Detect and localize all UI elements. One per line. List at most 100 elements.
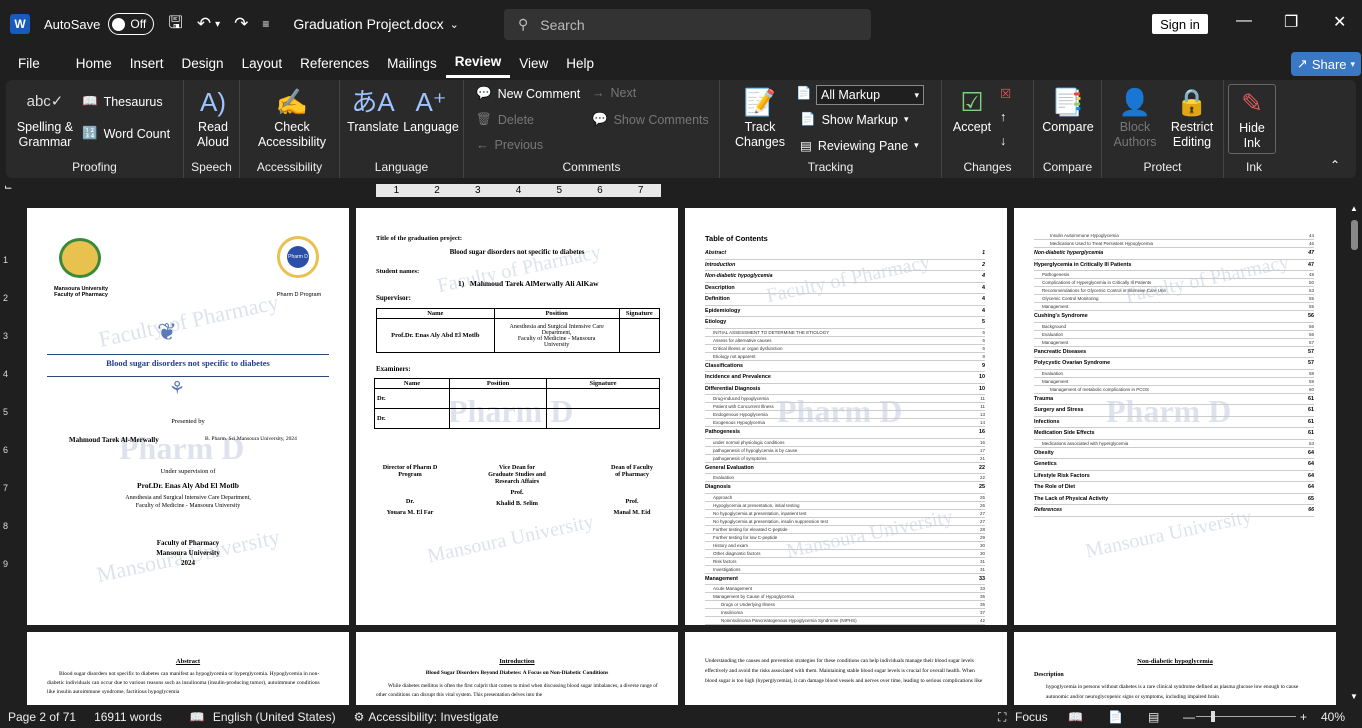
tab-file[interactable]: File (9, 48, 49, 78)
toc-entry[interactable]: Medication Side Effects 61 (1034, 428, 1314, 440)
toc-entry[interactable]: No hypoglycemia at presentation, inpatie… (705, 510, 985, 518)
new-comment-button[interactable]: 💬 New Comment (476, 86, 580, 101)
toc-entry[interactable]: Obesity 64 (1034, 448, 1314, 459)
tab-home[interactable]: Home (67, 48, 121, 78)
table-cell[interactable] (545, 408, 661, 429)
sign-in-button[interactable]: Sign in (1152, 14, 1208, 34)
toc-entry[interactable]: pathogenesis of hypoglycemia is by cause… (705, 447, 985, 455)
toc-entry[interactable]: Infections 61 (1034, 417, 1314, 428)
vertical-ruler[interactable]: 1 2 3 4 5 6 7 8 9 (0, 205, 14, 703)
tab-insert[interactable]: Insert (121, 48, 173, 78)
toc-entry[interactable]: References 66 (1034, 505, 1314, 517)
toc-entry[interactable]: Risk factors 31 (705, 558, 985, 566)
tab-review[interactable]: Review (445, 48, 511, 78)
accept-button[interactable]: ☑ Accept (948, 84, 996, 135)
toc-entry[interactable]: Trauma 61 (1034, 394, 1314, 405)
language-button[interactable]: A⁺ Language (402, 84, 460, 135)
toc-entry[interactable]: Management of metabolic complications in… (1034, 386, 1314, 394)
toc-entry[interactable]: Recommendations for Glycemic Control in … (1034, 287, 1314, 295)
thesaurus-button[interactable]: 📖 Thesaurus (82, 94, 163, 109)
hide-ink-button[interactable]: ✎ Hide Ink (1228, 84, 1276, 154)
toc-entry[interactable]: under normal physiologic conditions 16 (705, 439, 985, 447)
tab-mailings[interactable]: Mailings (378, 48, 446, 78)
customize-toolbar-icon[interactable]: ≡ (262, 17, 269, 31)
toc-entry[interactable]: Classifications 9 (705, 361, 985, 372)
show-comments-button[interactable]: 💬 Show Comments (592, 112, 709, 127)
web-layout-icon[interactable]: ▤ (1148, 710, 1159, 724)
toc-entry[interactable]: Non-diabetic hyperglycemia 47 (1034, 248, 1314, 260)
toc-entry[interactable]: Cushing's Syndrome 56 (1034, 311, 1314, 323)
toc-entry[interactable]: Polycystic Ovarian Syndrome 57 (1034, 358, 1314, 370)
page-cover[interactable]: Faculty of Pharmacy Pharm D Mansoura Uni… (27, 208, 349, 625)
toc-entry[interactable]: Approach 25 (705, 494, 985, 502)
zoom-out-icon[interactable]: — (1183, 710, 1195, 724)
toc-entry[interactable]: Noninsulinoma Pancreatogenous Hypoglycem… (705, 617, 985, 625)
toc-entry[interactable]: Management by Cause of Hypoglycemia 35 (705, 593, 985, 601)
block-authors-button[interactable]: 👤 Block Authors (1108, 84, 1162, 150)
autosave-toggle[interactable]: Off (108, 13, 155, 35)
reviewing-pane-button[interactable]: ▤ Reviewing Pane ▾ (800, 138, 919, 154)
toc-entry[interactable]: Assess for alternative causes 6 (705, 337, 985, 345)
maximize-icon[interactable]: ❐ (1284, 12, 1298, 32)
toc-entry[interactable]: Lifestyle Risk Factors 64 (1034, 471, 1314, 482)
scroll-down-icon[interactable]: ▼ (1350, 692, 1358, 701)
collapse-ribbon-icon[interactable]: ⌃ (1330, 158, 1340, 172)
read-mode-icon[interactable]: 📖 (1068, 710, 1083, 724)
save-icon[interactable]: 🖫 (168, 10, 182, 39)
toc-entry[interactable]: Evaluation 58 (1034, 370, 1314, 378)
toc-entry[interactable]: Medications Used to Treat Persistent Hyp… (1034, 240, 1314, 248)
redo-icon[interactable]: ↷ (234, 14, 248, 34)
reject-icon[interactable]: ☒ (1000, 86, 1011, 101)
toc-entry[interactable]: Further testing for low C-peptide 29 (705, 534, 985, 542)
toc-entry[interactable]: Drug-induced hypoglycemia 11 (705, 395, 985, 403)
proofing-icon[interactable]: 📖 (190, 710, 205, 724)
tab-layout[interactable]: Layout (233, 48, 292, 78)
spelling-grammar-button[interactable]: abc✓ Spelling & Grammar (14, 84, 76, 150)
focus-button[interactable]: Focus (1015, 710, 1048, 724)
toc-entry[interactable]: Incidence and Prevalence 10 (705, 372, 985, 384)
page-count[interactable]: Page 2 of 71 (8, 710, 76, 724)
toc-entry[interactable]: General Evaluation 22 (705, 463, 985, 474)
page-toc-continued[interactable]: Faculty of Pharmacy Pharm D Mansoura Uni… (1014, 208, 1336, 625)
page-toc[interactable]: Faculty of Pharmacy Pharm D Mansoura Uni… (685, 208, 1007, 625)
accessibility-icon[interactable]: ⚙ (354, 710, 365, 724)
next-comment-button[interactable]: → Next (592, 86, 636, 100)
next-change-icon[interactable]: ↓ (1000, 134, 1006, 148)
toc-entry[interactable]: No hypoglycemia at presentation, insulin… (705, 518, 985, 526)
scroll-thumb[interactable] (1351, 220, 1358, 250)
tab-view[interactable]: View (510, 48, 557, 78)
tab-selector-icon[interactable]: ⌙ (4, 182, 12, 193)
toc-entry[interactable]: Etiology not apparent 8 (705, 353, 985, 361)
restrict-editing-button[interactable]: 🔒 Restrict Editing (1164, 84, 1220, 150)
toc-entry[interactable]: Surgery and Stress 61 (1034, 405, 1314, 417)
print-layout-icon[interactable]: 📄 (1108, 710, 1123, 724)
compare-button[interactable]: 📑 Compare (1040, 84, 1096, 135)
page-approval[interactable]: Faculty of Pharmacy Pharm D Mansoura Uni… (356, 208, 678, 625)
previous-comment-button[interactable]: ← Previous (476, 138, 543, 152)
toc-entry[interactable]: Insulin Autoimmune Hypoglycemia 44 (1034, 232, 1314, 240)
tab-references[interactable]: References (291, 48, 378, 78)
toc-entry[interactable]: Drugs or Underlying Illness 35 (705, 601, 985, 609)
translate-button[interactable]: あA Translate (346, 84, 400, 135)
toc-entry[interactable]: Critical illness or organ dysfunction 6 (705, 345, 985, 353)
toc-entry[interactable]: Pathogenesis 16 (705, 427, 985, 439)
track-changes-button[interactable]: 📝 Track Changes (728, 84, 792, 150)
toc-entry[interactable]: Definition 4 (705, 294, 985, 306)
toc-entry[interactable]: Management 33 (705, 574, 985, 585)
toc-entry[interactable]: Further testing for elevated C-peptide 28 (705, 526, 985, 534)
toc-entry[interactable]: Etiology 5 (705, 317, 985, 329)
table-cell[interactable] (449, 388, 547, 409)
document-canvas[interactable]: Faculty of Pharmacy Pharm D Mansoura Uni… (14, 202, 1347, 705)
toc-entry[interactable]: Patient with Concurrent Illness 11 (705, 403, 985, 411)
toc-entry[interactable]: Management 59 (1034, 378, 1314, 386)
toc-entry[interactable]: Differential Diagnosis 10 (705, 384, 985, 395)
undo-icon[interactable]: ↶ (197, 14, 211, 34)
document-name[interactable]: Graduation Project.docx (293, 16, 443, 32)
toc-entry[interactable]: Evaluation 22 (705, 474, 985, 482)
delete-comment-button[interactable]: 🗑 Delete (476, 112, 534, 127)
toc-entry[interactable]: Pancreatic Diseases 57 (1034, 347, 1314, 358)
table-cell[interactable] (449, 408, 547, 429)
scroll-up-icon[interactable]: ▲ (1350, 204, 1358, 213)
markup-select[interactable]: All Markup ▾ (816, 85, 924, 105)
toc-entry[interactable]: Pathogenesis 48 (1034, 271, 1314, 279)
